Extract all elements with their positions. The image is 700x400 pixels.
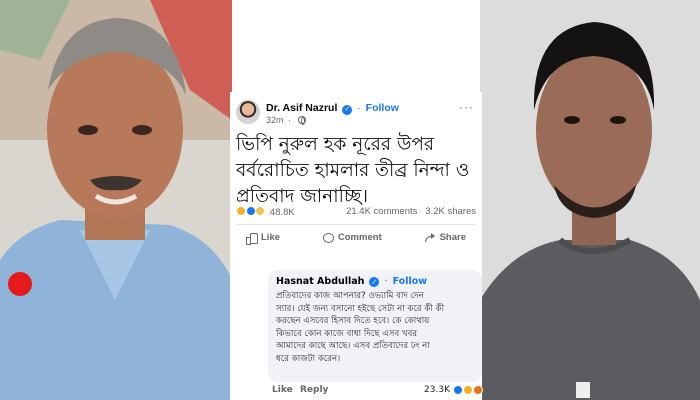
- comment-text-line: কিভাবে কোন কাজে বাধা দিছে এসব খবর: [276, 328, 418, 339]
- comment-reply-button[interactable]: Reply: [300, 385, 328, 395]
- angry-reaction-icon: [473, 385, 483, 395]
- like-label: Like: [261, 232, 281, 243]
- share-icon: [424, 232, 436, 243]
- comment-author-name[interactable]: Hasnat Abdullah: [276, 276, 364, 287]
- post-header: Dr. Asif Nazrul ✓ · Follow 32m · ···: [236, 100, 476, 136]
- like-reaction-icon: [245, 206, 256, 216]
- comment-text-line: স্যার। যেই জন্য বসানো হইছে সেটা না করে ক…: [276, 303, 445, 314]
- shares-count[interactable]: 3.2K shares: [425, 206, 476, 217]
- dot-separator: ·: [288, 115, 292, 125]
- left-person-photo: [0, 0, 232, 400]
- sad-reaction-icon: [255, 206, 266, 216]
- share-label: Share: [439, 232, 466, 243]
- globe-icon: [297, 116, 306, 125]
- verified-icon: ✓: [342, 105, 353, 115]
- comment-author-avatar[interactable]: [8, 272, 32, 296]
- comment-follow-button[interactable]: Follow: [393, 276, 427, 287]
- verified-icon: ✓: [369, 277, 380, 287]
- post-time: 32m ·: [266, 115, 306, 125]
- comment-text-line: ধরে কাজটা করেন।: [276, 353, 341, 364]
- post-actions: Like Comment Share: [236, 224, 476, 250]
- post-timestamp[interactable]: 32m: [266, 115, 284, 125]
- post-text-line: ভিপি নুরুল হক নূরের উপর: [236, 134, 435, 155]
- comment-text-line: করছেন এসবের হিসাব দিতে হবে। কে কোথায়: [276, 316, 430, 327]
- follow-button[interactable]: Follow: [366, 102, 399, 114]
- post-text-line: বর্বরোচিত হামলার তীব্র নিন্দা ও: [236, 160, 470, 181]
- engagement-counts: 21.4K comments 3.2K shares: [346, 206, 476, 217]
- like-icon: [246, 232, 258, 245]
- share-button[interactable]: Share: [424, 232, 466, 243]
- author-avatar[interactable]: [236, 100, 260, 124]
- comment-header: Hasnat Abdullah ✓ · Follow: [276, 276, 474, 287]
- comment-reaction-count: 23.3K: [424, 385, 450, 395]
- comment-text-line: প্রতিবাদের কাজ আপনার? ওভ্যামি বাদ দেন: [276, 291, 424, 301]
- comment-reactions[interactable]: [452, 385, 483, 397]
- like-reaction-icon: [452, 385, 463, 395]
- comment-button[interactable]: Comment: [322, 232, 382, 243]
- haha-reaction-icon: [462, 385, 473, 395]
- author-line: Dr. Asif Nazrul ✓ · Follow: [266, 102, 399, 115]
- post-stats: 48.8K 21.4K comments 3.2K shares: [236, 206, 476, 220]
- comments-count[interactable]: 21.4K comments: [346, 206, 417, 217]
- more-icon[interactable]: ···: [459, 100, 474, 114]
- author-name[interactable]: Dr. Asif Nazrul: [266, 102, 337, 114]
- dot-separator: ·: [357, 102, 361, 114]
- reaction-count: 48.8K: [269, 207, 295, 218]
- comment-footer: Like Reply 23.3K: [272, 385, 483, 397]
- like-button[interactable]: Like: [246, 232, 281, 245]
- comment-icon: [322, 232, 334, 243]
- comment-text-line: আমাদের কাছে আছে। এসব প্রতিবাদের ঢং না: [276, 341, 430, 352]
- comment-bubble: Hasnat Abdullah ✓ · Follow প্রতিবাদের কা…: [268, 270, 482, 382]
- reaction-summary[interactable]: 48.8K: [236, 206, 295, 218]
- haha-reaction-icon: [236, 206, 246, 216]
- comment-like-button[interactable]: Like: [272, 385, 293, 395]
- comment-text: প্রতিবাদের কাজ আপনার? ওভ্যামি বাদ দেন স্…: [276, 290, 474, 366]
- dot-separator: ·: [384, 276, 388, 287]
- post-text: ভিপি নুরুল হক নূরের উপর বর্বরোচিত হামলার…: [236, 132, 480, 210]
- right-person-photo: [480, 0, 700, 400]
- comment-label: Comment: [337, 232, 382, 243]
